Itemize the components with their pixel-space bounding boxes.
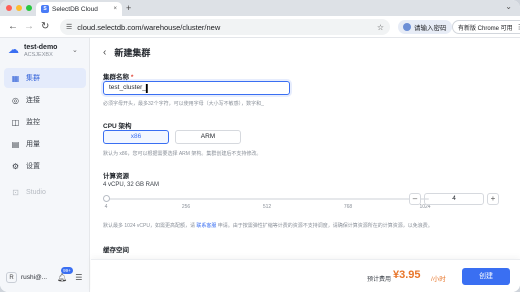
cluster-name-label: 集群名称 * <box>103 71 133 81</box>
sidebar-item-label: 监控 <box>26 119 40 126</box>
cloud-logo-icon: ☁ <box>8 44 19 56</box>
new-tab-icon[interactable]: + <box>126 3 131 13</box>
cpu-arch-hint: 默认为 x86，您可以根据需要选择 ARM 架构。集群创建后不支持修改。 <box>103 151 262 157</box>
price-value: ¥3.95 <box>393 269 421 281</box>
cache-label: 缓存空间 <box>103 247 129 254</box>
compute-slider-track[interactable] <box>106 198 429 200</box>
main-content: ‹ 新建集群 集群名称 * test_cluster_ I 必须字母开头，最多3… <box>91 38 520 292</box>
org-switcher[interactable]: ☁ test-demo ACSJEXBX ⌄ <box>8 44 78 58</box>
password-chip[interactable]: 请输入密码 <box>398 20 452 34</box>
chrome-update-chip[interactable]: 有新版 Chrome 可用 ⋮ <box>452 20 520 34</box>
browser-tab[interactable]: S SelectDB Cloud × <box>36 2 122 16</box>
sidebar-item-connect[interactable]: ◎ 连接 <box>4 90 86 110</box>
avatar[interactable]: R <box>6 271 17 283</box>
user-bar: R rushi@... 🔔︎ 99+ ☰ <box>6 266 86 284</box>
page-header: ‹ 新建集群 <box>103 46 150 59</box>
sidebar-item-label: 连接 <box>26 97 40 104</box>
minimize-window-button[interactable] <box>16 5 22 11</box>
chevron-down-icon[interactable]: ⌄ <box>72 46 78 54</box>
slider-tick-label: 512 <box>262 204 272 210</box>
usage-icon: ▤ <box>11 139 20 149</box>
price-unit: /小时 <box>431 276 446 283</box>
studio-icon: ⊡ <box>12 187 19 197</box>
sidebar-nav: ▦ 集群 ◎ 连接 ◫ 监控 ▤ 用量 ⚙ 设置 ⊡ Studio <box>4 68 86 204</box>
hamburger-menu-icon[interactable]: ☰ <box>75 273 82 282</box>
reload-icon[interactable]: ↻ <box>41 21 49 33</box>
arch-option-x86[interactable]: x86 <box>103 130 169 144</box>
org-name: test-demo <box>24 44 58 51</box>
sidebar-item-label: 集群 <box>26 75 40 82</box>
org-id: ACSJEXBX <box>24 52 53 58</box>
compute-label: 计算资源 <box>103 173 129 180</box>
window-controls <box>6 5 32 11</box>
browser-menu-icon[interactable]: ⋮ <box>516 23 520 31</box>
bell-icon[interactable]: 🔔︎ 99+ <box>57 266 73 282</box>
compute-hint-text: 默认最多 1024 vCPU，如需更高配额，请 <box>103 223 195 229</box>
title-bar: S SelectDB Cloud × + ⌄ <box>0 0 520 16</box>
back-arrow-icon[interactable]: ← <box>8 21 18 33</box>
close-window-button[interactable] <box>6 5 12 11</box>
sidebar-item-studio[interactable]: ⊡ Studio <box>4 182 86 202</box>
connect-icon: ◎ <box>12 95 19 105</box>
selectdb-favicon-icon: S <box>41 5 49 13</box>
sidebar-item-label: Studio <box>26 188 46 196</box>
create-button[interactable]: 创建 <box>462 268 510 285</box>
cluster-name-hint: 必须字母开头，最多32个字符，可以使用字母（大小写不敏感），数字和_ <box>103 101 264 107</box>
price-label: 预计费用 <box>367 277 392 283</box>
profile-avatar-icon <box>403 23 411 31</box>
compute-value: 4 vCPU, 32 GB RAM <box>103 182 160 188</box>
bookmark-star-icon[interactable]: ☆ <box>377 23 384 32</box>
required-mark: * <box>130 74 134 81</box>
forward-arrow-icon[interactable]: → <box>24 21 34 33</box>
page-title: 新建集群 <box>114 48 151 58</box>
sidebar-item-label: 设置 <box>26 163 40 170</box>
footer-bar: 预计费用 ¥3.95 /小时 创建 <box>91 259 520 292</box>
slider-tick-label: 4 <box>104 204 108 210</box>
cpu-arch-label: CPU 架构 <box>103 123 132 130</box>
compute-quantity-input[interactable]: 4 <box>424 193 484 205</box>
sidebar-item-clusters[interactable]: ▦ 集群 <box>4 68 86 88</box>
tab-title: SelectDB Cloud <box>52 5 98 13</box>
compute-hint-text-2: 申请。由于按需弹性扩缩等计费的资源不支持调度，请确保计算资源所在的计算资源，以免… <box>217 223 433 229</box>
sidebar-item-monitor[interactable]: ◫ 监控 <box>4 112 86 132</box>
cluster-icon: ▦ <box>11 73 20 83</box>
text-cursor-icon: I <box>145 81 149 96</box>
cluster-name-input[interactable]: test_cluster_ <box>103 81 290 95</box>
password-chip-label: 请输入密码 <box>414 25 447 32</box>
sidebar-item-usage[interactable]: ▤ 用量 <box>4 134 86 154</box>
tab-search-chevron-icon[interactable]: ⌄ <box>505 2 512 11</box>
address-bar[interactable]: ☰ cloud.selectdb.com/warehouse/cluster/n… <box>60 19 390 35</box>
contact-support-link[interactable]: 联系客服 <box>196 223 216 229</box>
browser-window: S SelectDB Cloud × + ⌄ ← → ↻ ☰ cloud.sel… <box>0 0 520 292</box>
arch-option-arm[interactable]: ARM <box>175 130 241 144</box>
gear-icon: ⚙ <box>11 161 20 171</box>
sidebar: ☁ test-demo ACSJEXBX ⌄ ▦ 集群 ◎ 连接 ◫ 监控 ▤ … <box>0 38 90 292</box>
close-tab-icon[interactable]: × <box>113 6 117 12</box>
notification-badge: 99+ <box>61 266 73 274</box>
increment-button[interactable]: + <box>487 193 499 205</box>
compute-stepper: – 4 + <box>409 193 499 205</box>
decrement-button[interactable]: – <box>409 193 421 205</box>
site-info-icon[interactable]: ☰ <box>66 23 72 31</box>
url-text: cloud.selectdb.com/warehouse/cluster/new <box>77 22 221 32</box>
cluster-name-label-text: 集群名称 <box>103 74 129 81</box>
compute-slider-handle[interactable] <box>103 195 110 202</box>
slider-tick-label: 768 <box>343 204 353 210</box>
slider-tick-label: 256 <box>181 204 191 210</box>
browser-toolbar: ← → ↻ ☰ cloud.selectdb.com/warehouse/clu… <box>0 16 520 38</box>
sidebar-item-settings[interactable]: ⚙ 设置 <box>4 156 86 176</box>
maximize-window-button[interactable] <box>26 5 32 11</box>
sidebar-item-label: 用量 <box>26 141 40 148</box>
monitor-icon: ◫ <box>11 117 20 127</box>
user-name[interactable]: rushi@... <box>21 274 47 281</box>
chrome-update-label: 有新版 Chrome 可用 <box>458 25 513 32</box>
compute-hint: 默认最多 1024 vCPU，如需更高配额，请 联系客服 申请。由于按需弹性扩缩… <box>103 222 513 229</box>
back-chevron-icon[interactable]: ‹ <box>103 47 106 58</box>
